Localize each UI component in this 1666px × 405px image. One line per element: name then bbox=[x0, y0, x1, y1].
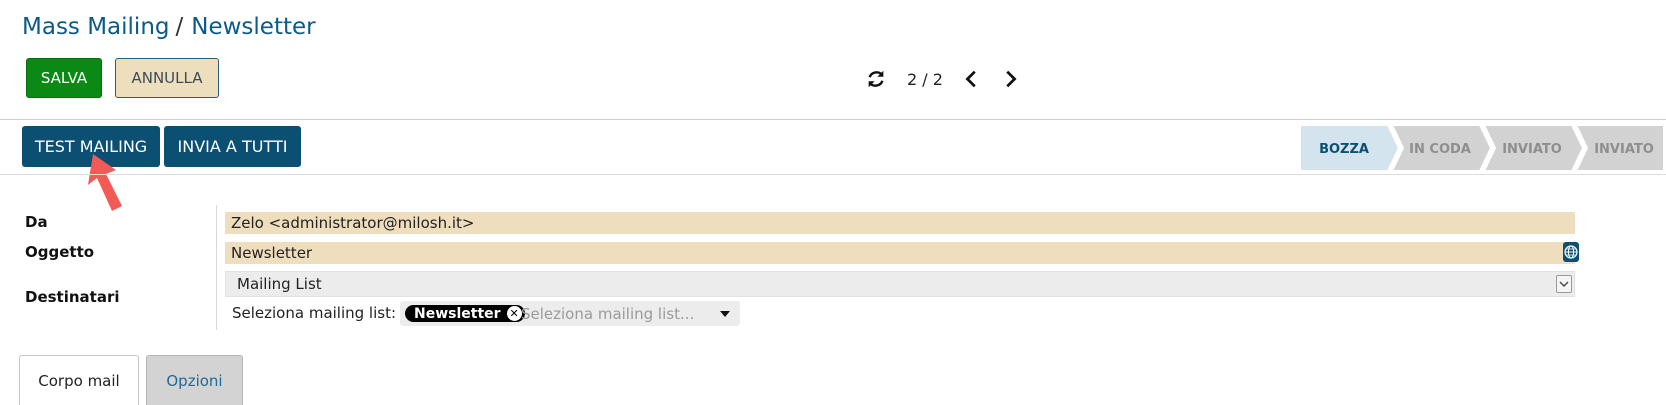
red-arrow-annotation bbox=[88, 154, 122, 211]
status-stage-4[interactable]: INVIATO bbox=[1574, 125, 1665, 171]
chevron-left-icon[interactable] bbox=[961, 68, 983, 90]
status-stage-label: IN CODA bbox=[1409, 142, 1471, 157]
status-stage-2[interactable]: IN CODA bbox=[1390, 125, 1493, 171]
status-stage-3[interactable]: INVIATO bbox=[1482, 125, 1585, 171]
recipients-model-select[interactable]: Mailing List bbox=[225, 271, 1575, 297]
status-stage-label: INVIATO bbox=[1502, 142, 1562, 157]
tab-body[interactable]: Corpo mail bbox=[19, 355, 139, 405]
subject-field[interactable]: Newsletter bbox=[225, 242, 1575, 264]
status-bar: BOZZA IN CODA INVIATO INVIATO bbox=[1300, 125, 1665, 171]
cancel-button[interactable]: ANNULLA bbox=[115, 58, 219, 98]
recipients-label: Destinatari bbox=[25, 288, 120, 306]
mailing-list-tag-label: Newsletter bbox=[414, 305, 501, 322]
refresh-icon[interactable] bbox=[865, 68, 887, 90]
breadcrumb-parent-link[interactable]: Mass Mailing bbox=[22, 14, 170, 40]
record-pager: 2 / 2 bbox=[865, 66, 1037, 92]
mailing-list-select[interactable]: Newsletter ✕ Seleziona mailing list... bbox=[400, 301, 740, 326]
breadcrumb: Mass Mailing / Newsletter bbox=[22, 14, 316, 40]
status-stage-label: BOZZA bbox=[1319, 142, 1369, 157]
toolbar-divider bbox=[0, 174, 1666, 175]
breadcrumb-separator: / bbox=[175, 14, 184, 40]
mailing-list-search-input[interactable]: Seleziona mailing list... bbox=[521, 305, 694, 323]
status-stage-label: INVIATO bbox=[1594, 142, 1654, 157]
tab-options[interactable]: Opzioni bbox=[146, 355, 243, 405]
send-to-all-button[interactable]: INVIA A TUTTI bbox=[164, 126, 301, 167]
from-label: Da bbox=[25, 213, 48, 231]
subject-label: Oggetto bbox=[25, 243, 95, 261]
chevron-right-icon[interactable] bbox=[999, 68, 1021, 90]
from-field[interactable]: Zelo <administrator@milosh.it> bbox=[225, 212, 1575, 234]
header-divider bbox=[0, 119, 1666, 120]
mailing-list-label: Seleziona mailing list: bbox=[232, 304, 397, 322]
status-stage-1[interactable]: BOZZA bbox=[1300, 125, 1401, 171]
save-button[interactable]: SALVA bbox=[26, 58, 102, 98]
recipients-model-value: Mailing List bbox=[237, 275, 322, 293]
mailing-list-tag: Newsletter ✕ bbox=[405, 305, 525, 322]
dropdown-arrow-icon[interactable] bbox=[720, 311, 730, 317]
globe-icon[interactable] bbox=[1562, 241, 1580, 263]
pager-count: 2 / 2 bbox=[907, 69, 943, 89]
breadcrumb-current: Newsletter bbox=[191, 14, 316, 40]
remove-tag-icon[interactable]: ✕ bbox=[506, 306, 522, 321]
form-label-divider bbox=[216, 205, 217, 330]
chevron-down-icon[interactable] bbox=[1556, 275, 1572, 293]
